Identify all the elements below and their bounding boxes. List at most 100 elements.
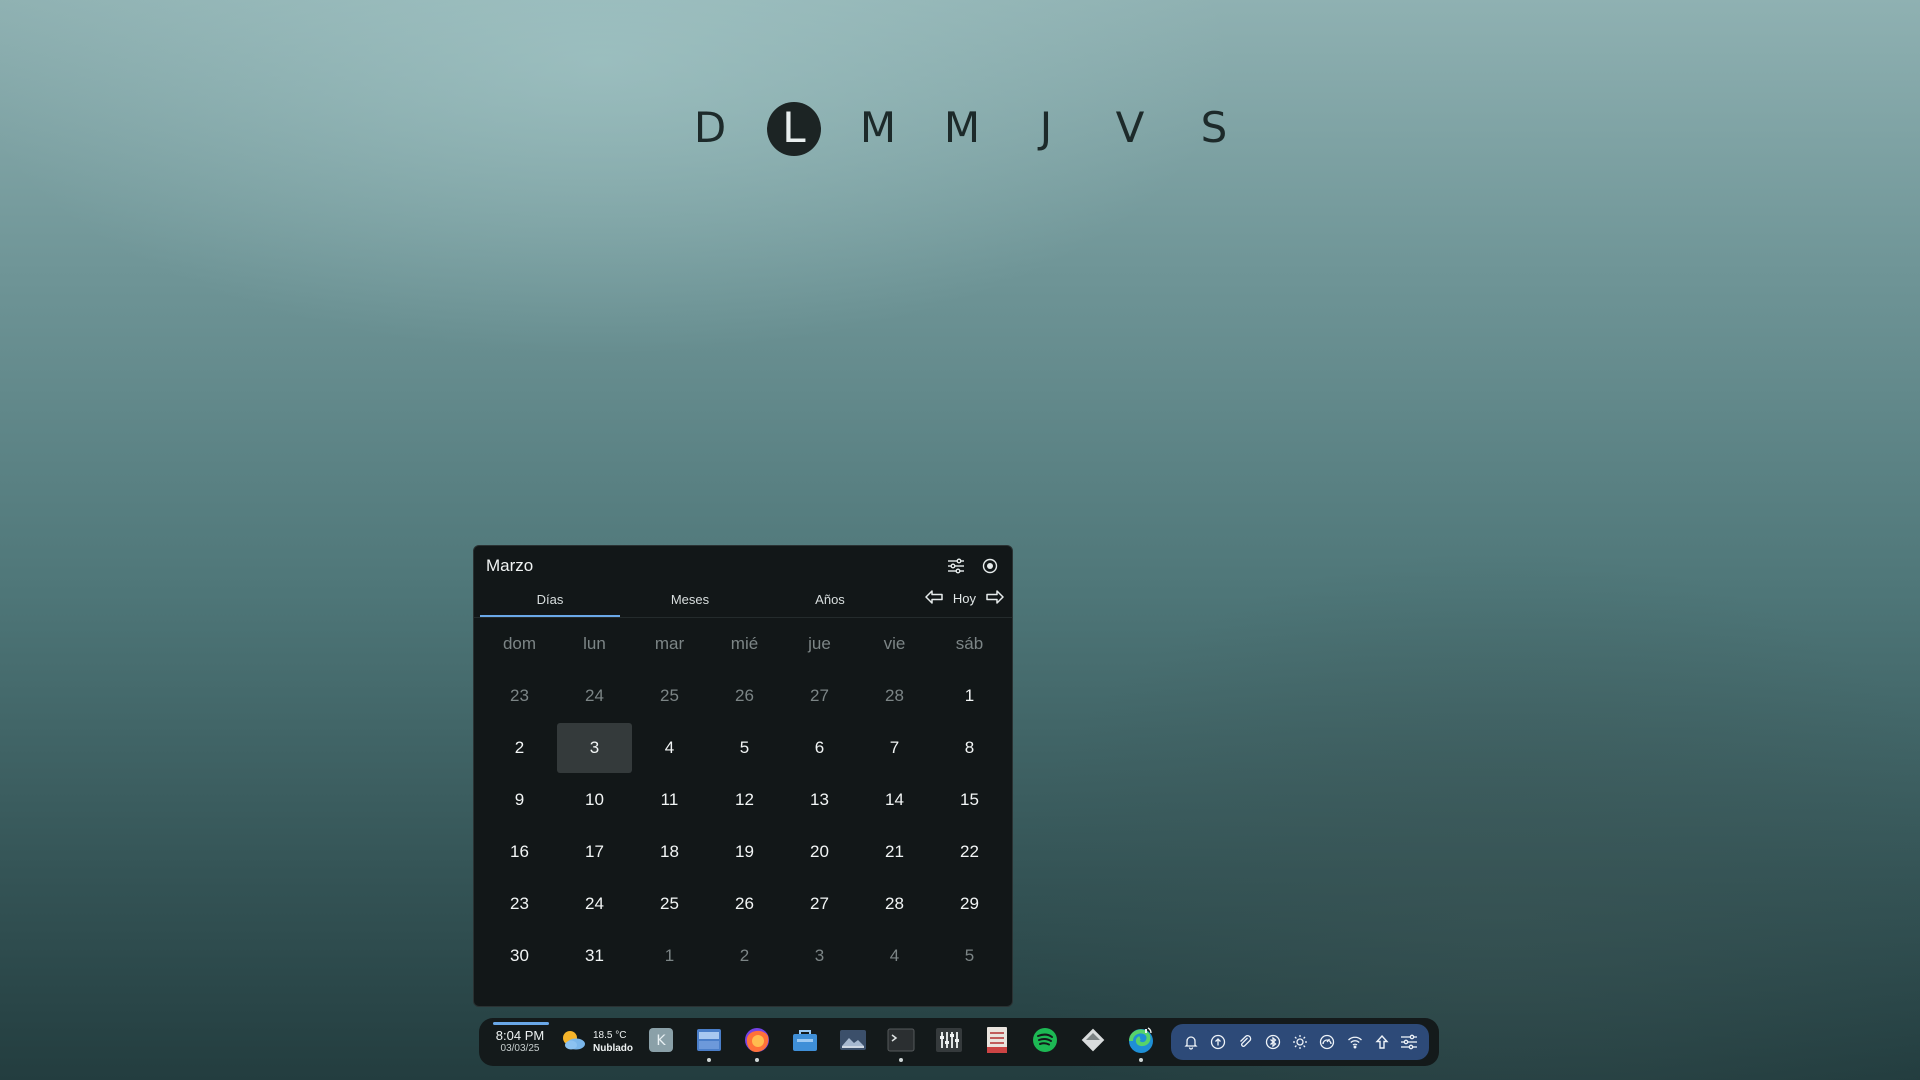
day-cell[interactable]: 4 [632, 722, 707, 774]
calendar-tabs: Días Meses Años Hoy [474, 586, 1012, 618]
image-viewer-launcher[interactable] [829, 1022, 877, 1062]
calendar-popup: Marzo Días Meses Años Hoy dom lun mar mi… [473, 545, 1013, 1007]
mixer-icon [935, 1027, 963, 1058]
store-launcher[interactable] [781, 1022, 829, 1062]
system-tray [1171, 1024, 1429, 1060]
kde-app-icon: K [648, 1027, 674, 1058]
day-cell[interactable]: 27 [782, 670, 857, 722]
calendar-header: Marzo [474, 546, 1012, 586]
weather-widget[interactable]: 18.5 °C Nublado [559, 1029, 633, 1056]
day-cell[interactable]: 2 [707, 930, 782, 982]
day-cell[interactable]: 30 [482, 930, 557, 982]
day-cell[interactable]: 19 [707, 826, 782, 878]
weekday-strip: D L MM J V S [668, 98, 1256, 158]
day-cell[interactable]: 24 [557, 670, 632, 722]
day-cell[interactable]: 18 [632, 826, 707, 878]
day-cell[interactable]: 21 [857, 826, 932, 878]
running-indicator [899, 1058, 903, 1062]
day-cell[interactable]: 22 [932, 826, 1007, 878]
day-cell[interactable]: 23 [482, 878, 557, 930]
git-icon [1079, 1026, 1107, 1059]
day-cell[interactable]: 23 [482, 670, 557, 722]
day-cell[interactable]: 3 [782, 930, 857, 982]
weekday-header: mié [730, 634, 759, 653]
week-row: 23 24 25 26 27 28 1 [477, 670, 1012, 722]
day-cell[interactable]: 12 [707, 774, 782, 826]
calendar-target-icon[interactable] [980, 556, 1000, 576]
day-cell[interactable]: 24 [557, 878, 632, 930]
day-cell[interactable]: 7 [857, 722, 932, 774]
day-cell[interactable]: 20 [782, 826, 857, 878]
day-cell[interactable]: 8 [932, 722, 1007, 774]
taskbar: 8:04 PM 03/03/25 18.5 °C Nublado K [479, 1018, 1439, 1066]
day-cell[interactable]: 9 [482, 774, 557, 826]
day-cell[interactable]: 25 [632, 670, 707, 722]
tab-days[interactable]: Días [480, 587, 620, 617]
weekday-letter: D [668, 98, 752, 158]
firefox-launcher[interactable] [733, 1022, 781, 1062]
day-cell[interactable]: 1 [932, 670, 1007, 722]
calendar-settings-icon[interactable] [946, 556, 966, 576]
day-cell[interactable]: 14 [857, 774, 932, 826]
clipboard-icon[interactable] [1235, 1032, 1255, 1052]
weekday-letter: S [1172, 98, 1256, 158]
day-cell[interactable]: 2 [482, 722, 557, 774]
day-cell[interactable]: 5 [707, 722, 782, 774]
day-cell[interactable]: 25 [632, 878, 707, 930]
weekday-header-row: dom lun mar mié jue vie sáb [477, 618, 1012, 670]
day-cell[interactable]: 13 [782, 774, 857, 826]
document-viewer-icon [984, 1026, 1010, 1059]
spotify-launcher[interactable] [1021, 1022, 1069, 1062]
day-cell[interactable]: 16 [482, 826, 557, 878]
day-cell[interactable]: 10 [557, 774, 632, 826]
today-button[interactable]: Hoy [953, 591, 976, 606]
weekday-header: jue [808, 634, 831, 653]
day-cell[interactable]: 17 [557, 826, 632, 878]
running-indicator [707, 1058, 711, 1062]
kde-app-launcher[interactable]: K [637, 1022, 685, 1062]
next-arrow-icon[interactable] [986, 590, 1004, 607]
day-cell[interactable]: 4 [857, 930, 932, 982]
terminal-launcher[interactable] [877, 1022, 925, 1062]
day-cell[interactable]: 15 [932, 774, 1007, 826]
day-cell[interactable]: 26 [707, 670, 782, 722]
settings-sliders-icon[interactable] [1399, 1032, 1419, 1052]
git-launcher[interactable] [1069, 1022, 1117, 1062]
edge-browser-launcher[interactable] [1117, 1022, 1165, 1062]
notification-bell-icon[interactable] [1181, 1032, 1201, 1052]
day-cell[interactable]: 11 [632, 774, 707, 826]
day-cell[interactable]: 29 [932, 878, 1007, 930]
bluetooth-icon[interactable] [1263, 1032, 1283, 1052]
week-row: 9 10 11 12 13 14 15 [477, 774, 1012, 826]
day-cell[interactable]: 26 [707, 878, 782, 930]
clock[interactable]: 8:04 PM 03/03/25 [489, 1022, 551, 1055]
prev-arrow-icon[interactable] [925, 590, 943, 607]
day-cell[interactable]: 5 [932, 930, 1007, 982]
tab-months[interactable]: Meses [620, 587, 760, 617]
day-cell[interactable]: 31 [557, 930, 632, 982]
wifi-icon[interactable] [1345, 1032, 1365, 1052]
spotify-icon [1031, 1026, 1059, 1059]
weekday-letter-text: J [1039, 103, 1053, 152]
tab-years[interactable]: Años [760, 587, 900, 617]
brightness-icon[interactable] [1290, 1032, 1310, 1052]
mixer-launcher[interactable] [925, 1022, 973, 1062]
day-cell-today[interactable]: 3 [557, 723, 632, 773]
update-icon[interactable] [1208, 1032, 1228, 1052]
day-cell[interactable]: 6 [782, 722, 857, 774]
days-grid: 23 24 25 26 27 28 1 2 3 4 5 6 7 8 9 10 11 12 13 14 15 16 17 18 1… [474, 670, 1012, 982]
clock-date: 03/03/25 [500, 1043, 540, 1054]
week-row: 30 31 1 2 3 4 5 [477, 930, 1012, 982]
file-manager-launcher[interactable] [685, 1022, 733, 1062]
week-row: 23 24 25 26 27 28 29 [477, 878, 1012, 930]
day-cell[interactable]: 28 [857, 670, 932, 722]
day-cell[interactable]: 27 [782, 878, 857, 930]
power-profile-icon[interactable] [1317, 1032, 1337, 1052]
day-cell[interactable]: 28 [857, 878, 932, 930]
document-viewer-launcher[interactable] [973, 1022, 1021, 1062]
weekday-header: sáb [955, 634, 984, 653]
upload-icon[interactable] [1372, 1032, 1392, 1052]
day-cell[interactable]: 1 [632, 930, 707, 982]
terminal-icon [887, 1027, 915, 1058]
calendar-month-title: Marzo [486, 556, 534, 575]
